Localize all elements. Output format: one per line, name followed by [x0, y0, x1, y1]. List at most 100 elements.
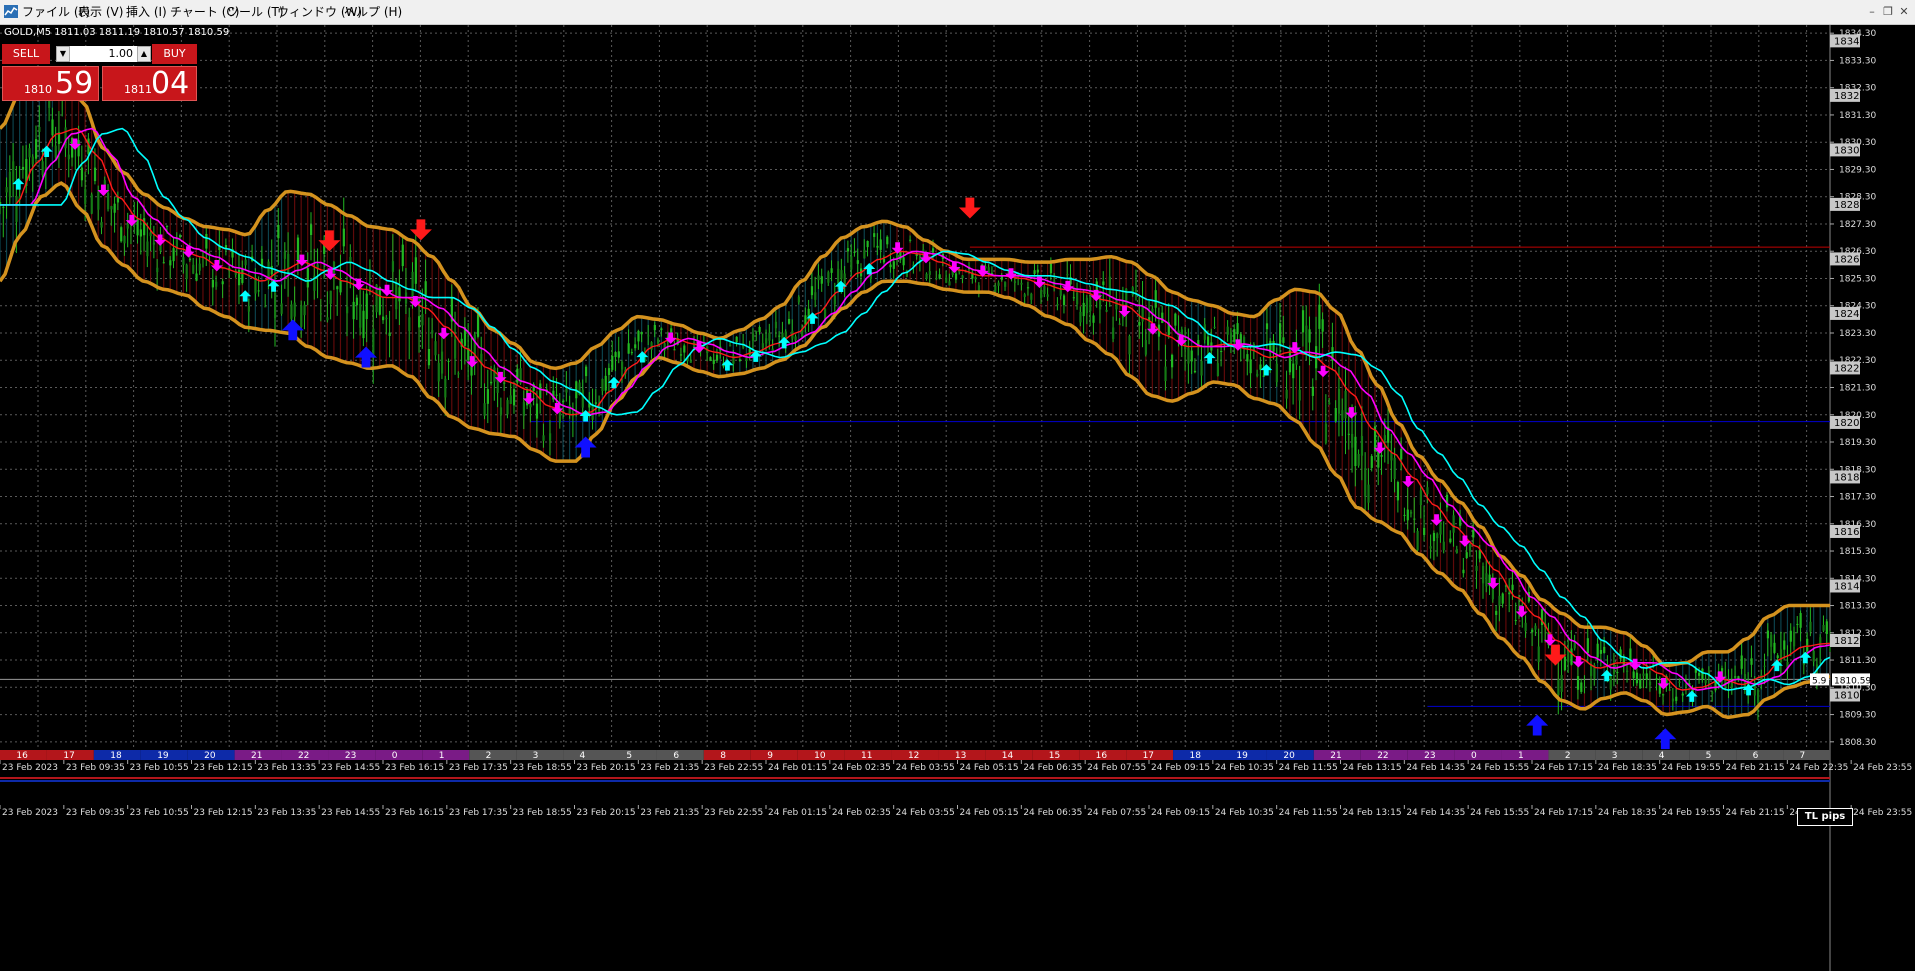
candle-body — [1429, 546, 1432, 549]
menu-help[interactable]: ヘルプ (H) — [344, 0, 402, 24]
one-click-trading-panel: SELL ▼ 1.00 ▲ BUY 1810 59 1811 04 — [2, 44, 197, 101]
candle-body — [1020, 282, 1023, 285]
candle-body — [1419, 490, 1422, 505]
time-label: 24 Feb 06:35 — [1023, 763, 1082, 773]
hour-label: 2 — [486, 751, 492, 761]
candle-body — [1534, 625, 1537, 630]
candle-body — [1076, 292, 1079, 305]
candle-body — [280, 303, 283, 314]
candle-body — [257, 290, 260, 292]
close-icon[interactable]: ✕ — [1896, 4, 1912, 20]
restore-icon[interactable]: ❐ — [1880, 4, 1896, 20]
time-label: 24 Feb 18:35 — [1598, 763, 1657, 773]
time-label: 24 Feb 07:55 — [1087, 808, 1146, 818]
minimize-icon[interactable]: – — [1864, 4, 1880, 20]
candle-body — [1409, 511, 1413, 514]
candle-body — [90, 194, 93, 214]
menu-insert[interactable]: 挿入 (I) — [126, 0, 167, 24]
lot-size-field[interactable]: ▼ 1.00 ▲ — [56, 46, 151, 62]
time-label: 24 Feb 02:35 — [832, 808, 891, 818]
hour-cell — [563, 750, 610, 760]
candle-body — [873, 233, 876, 237]
candle-body — [1773, 642, 1776, 653]
candle-body — [93, 167, 97, 182]
candle-body — [892, 261, 895, 269]
candle-body — [1825, 621, 1828, 634]
candle-body — [1822, 624, 1825, 631]
sell-price-button[interactable]: 1810 59 — [2, 66, 99, 101]
candle-body — [1102, 281, 1105, 286]
candle-body — [1354, 436, 1357, 467]
candle-body — [1138, 321, 1141, 326]
candle-body — [431, 330, 434, 334]
price-tick-label: 1821.30 — [1839, 384, 1876, 394]
candle-body — [1341, 410, 1344, 421]
candle-body — [1043, 286, 1046, 295]
candle-body — [1508, 592, 1511, 595]
buy-small-arrow-icon — [239, 290, 252, 302]
candle-body — [1766, 630, 1769, 639]
candle-body — [503, 382, 506, 384]
time-label: 24 Feb 15:55 — [1470, 763, 1529, 773]
buy-price-small: 1811 — [124, 83, 152, 96]
candle-body — [372, 328, 375, 357]
menu-tools[interactable]: ツール (T) — [227, 0, 284, 24]
time-label: 24 Feb 14:35 — [1406, 808, 1465, 818]
time-label: 24 Feb 01:15 — [768, 763, 827, 773]
candle-body — [738, 359, 742, 362]
candle-body — [215, 281, 218, 287]
candle-body — [156, 267, 159, 273]
candle-body — [735, 336, 738, 342]
hour-label: 8 — [720, 751, 726, 761]
candle-body — [522, 402, 525, 417]
hour-label: 1 — [1518, 751, 1524, 761]
candle-body — [5, 187, 8, 193]
candle-body — [617, 351, 620, 358]
buy-button[interactable]: BUY — [152, 44, 197, 64]
candle-body — [408, 317, 411, 331]
candle-body — [244, 259, 247, 266]
menu-view[interactable]: 表示 (V) — [78, 0, 123, 24]
candle-body — [1328, 402, 1331, 405]
price-tick-label: 1823.30 — [1839, 329, 1876, 339]
candle-body — [385, 317, 388, 320]
candle-body — [149, 232, 152, 237]
hour-label: 22 — [1377, 751, 1388, 761]
buy-price-button[interactable]: 1811 04 — [102, 66, 197, 101]
hour-label: 17 — [1143, 751, 1154, 761]
candle-body — [54, 145, 57, 158]
candle-body — [490, 381, 493, 384]
candle-body — [1436, 533, 1439, 539]
candle-body — [1383, 435, 1386, 441]
time-label: 23 Feb 2023 — [2, 808, 58, 818]
hour-label: 3 — [1612, 751, 1618, 761]
hour-cell — [1736, 750, 1784, 760]
candle-body — [1756, 689, 1760, 704]
lot-decrease-icon[interactable]: ▼ — [56, 46, 70, 62]
candle-body — [509, 395, 512, 404]
candle-body — [15, 196, 18, 222]
hour-label: 10 — [814, 751, 826, 761]
candle-body — [761, 343, 764, 348]
candle-body — [1616, 671, 1619, 674]
lot-increase-icon[interactable]: ▲ — [137, 46, 151, 62]
candle-body — [483, 403, 486, 416]
price-chart[interactable]: 1834.301833.301832.301831.301830.301829.… — [0, 25, 1915, 971]
candle-body — [683, 345, 686, 353]
candle-body — [827, 272, 830, 283]
candle-body — [35, 139, 38, 159]
candle-body — [863, 249, 866, 259]
candle-body — [709, 357, 712, 361]
candle-body — [604, 375, 607, 391]
time-label: 23 Feb 18:55 — [513, 763, 572, 773]
candle-body — [512, 388, 516, 406]
candle-body — [499, 407, 503, 415]
candle-body — [273, 293, 277, 319]
candle-body — [1213, 326, 1216, 328]
time-label: 24 Feb 05:15 — [960, 808, 1019, 818]
candle-body — [614, 352, 617, 358]
sell-button[interactable]: SELL — [2, 44, 50, 64]
candle-body — [346, 306, 349, 314]
candle-body — [562, 400, 565, 403]
candle-body — [1056, 303, 1059, 306]
